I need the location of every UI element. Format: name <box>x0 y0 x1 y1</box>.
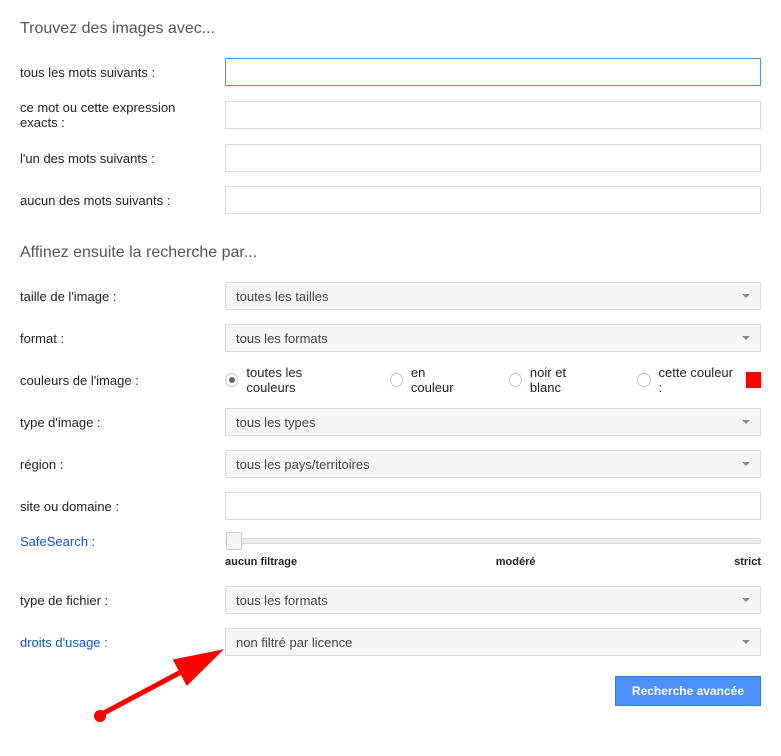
input-none-words[interactable] <box>225 186 761 214</box>
slider-handle[interactable] <box>226 532 242 550</box>
radio-bw[interactable]: noir et blanc <box>509 365 598 395</box>
chevron-down-icon <box>742 420 750 424</box>
label-image-type: type d'image : <box>20 415 225 430</box>
narrow-results-section: Affinez ensuite la recherche par... tail… <box>20 244 761 706</box>
chevron-down-icon <box>742 640 750 644</box>
chevron-down-icon <box>742 598 750 602</box>
dropdown-image-size[interactable]: toutes les tailles <box>225 282 761 310</box>
color-radiogroup: toutes les couleurs en couleur noir et b… <box>225 366 761 394</box>
slider-tick-strict: strict <box>734 556 761 568</box>
radio-icon <box>390 373 403 387</box>
label-safesearch[interactable]: SafeSearch : <box>20 534 225 549</box>
radio-icon <box>509 373 522 387</box>
section1-title: Trouvez des images avec... <box>20 20 761 38</box>
label-image-size: taille de l'image : <box>20 289 225 304</box>
color-swatch[interactable] <box>746 372 761 388</box>
dropdown-format-value: tous les formats <box>236 331 328 346</box>
label-site: site ou domaine : <box>20 499 225 514</box>
row-colors: couleurs de l'image : toutes les couleur… <box>20 366 761 394</box>
label-exact: ce mot ou cette expression exacts : <box>20 100 225 130</box>
find-images-section: Trouvez des images avec... tous les mots… <box>20 20 761 214</box>
chevron-down-icon <box>742 336 750 340</box>
row-none-words: aucun des mots suivants : <box>20 186 761 214</box>
row-image-type: type d'image : tous les types <box>20 408 761 436</box>
label-region: région : <box>20 457 225 472</box>
dropdown-image-type[interactable]: tous les types <box>225 408 761 436</box>
radio-all-colors[interactable]: toutes les couleurs <box>225 365 350 395</box>
radio-bw-label: noir et blanc <box>530 365 597 395</box>
radio-in-color-label: en couleur <box>411 365 469 395</box>
row-any-words: l'un des mots suivants : <box>20 144 761 172</box>
chevron-down-icon <box>742 294 750 298</box>
row-region: région : tous les pays/territoires <box>20 450 761 478</box>
input-any-words[interactable] <box>225 144 761 172</box>
dropdown-file-type[interactable]: tous les formats <box>225 586 761 614</box>
dropdown-region[interactable]: tous les pays/territoires <box>225 450 761 478</box>
label-format: format : <box>20 331 225 346</box>
input-exact[interactable] <box>225 101 761 129</box>
section2-title: Affinez ensuite la recherche par... <box>20 244 761 262</box>
radio-specific-color[interactable]: cette couleur : <box>637 365 761 395</box>
submit-row: Recherche avancée <box>20 676 761 706</box>
dropdown-region-value: tous les pays/territoires <box>236 457 370 472</box>
dropdown-usage-rights[interactable]: non filtré par licence <box>225 628 761 656</box>
input-all-words[interactable] <box>225 58 761 86</box>
label-usage-rights[interactable]: droits d'usage : <box>20 635 225 650</box>
row-format: format : tous les formats <box>20 324 761 352</box>
label-colors: couleurs de l'image : <box>20 373 225 388</box>
dropdown-usage-rights-value: non filtré par licence <box>236 635 352 650</box>
radio-in-color[interactable]: en couleur <box>390 365 469 395</box>
row-image-size: taille de l'image : toutes les tailles <box>20 282 761 310</box>
row-all-words: tous les mots suivants : <box>20 58 761 86</box>
row-usage-rights: droits d'usage : non filtré par licence <box>20 628 761 656</box>
radio-icon <box>637 373 650 387</box>
slider-labels: aucun filtrage modéré strict <box>225 556 761 568</box>
safesearch-slider[interactable] <box>225 538 761 544</box>
radio-icon <box>225 373 238 387</box>
advanced-search-button[interactable]: Recherche avancée <box>615 676 761 706</box>
dropdown-image-size-value: toutes les tailles <box>236 289 329 304</box>
row-file-type: type de fichier : tous les formats <box>20 586 761 614</box>
radio-all-colors-label: toutes les couleurs <box>246 365 349 395</box>
row-safesearch: SafeSearch : aucun filtrage modéré stric… <box>20 534 761 568</box>
slider-tick-none: aucun filtrage <box>225 556 297 568</box>
dropdown-format[interactable]: tous les formats <box>225 324 761 352</box>
slider-tick-moderate: modéré <box>496 556 536 568</box>
dropdown-file-type-value: tous les formats <box>236 593 328 608</box>
label-any-words: l'un des mots suivants : <box>20 151 225 166</box>
label-none-words: aucun des mots suivants : <box>20 193 225 208</box>
radio-specific-color-label: cette couleur : <box>659 365 736 395</box>
label-all-words: tous les mots suivants : <box>20 65 225 80</box>
row-site: site ou domaine : <box>20 492 761 520</box>
row-exact: ce mot ou cette expression exacts : <box>20 100 761 130</box>
input-site[interactable] <box>225 492 761 520</box>
chevron-down-icon <box>742 462 750 466</box>
dropdown-image-type-value: tous les types <box>236 415 316 430</box>
label-file-type: type de fichier : <box>20 593 225 608</box>
